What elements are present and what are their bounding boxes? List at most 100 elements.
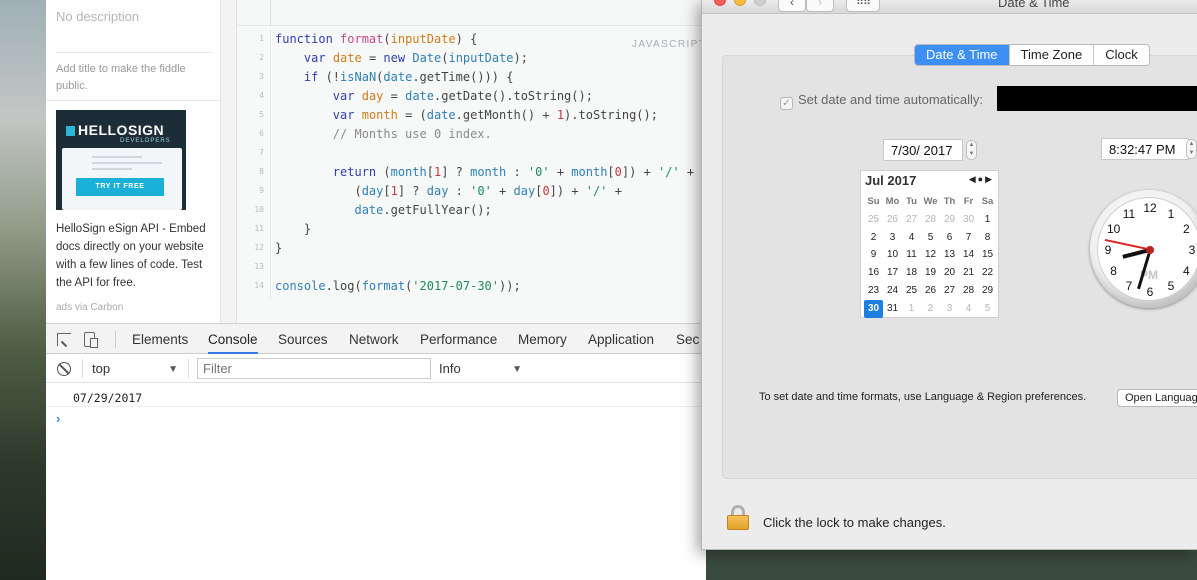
calendar-day[interactable]: 26 [883,211,902,229]
calendar-day[interactable]: 26 [921,282,940,300]
ads-via-carbon-link[interactable]: ads via Carbon [56,302,123,313]
calendar-day[interactable]: 10 [883,246,902,264]
calendar-day[interactable]: 5 [978,300,997,318]
devtools-tab-network[interactable]: Network [349,324,399,354]
divider [115,331,116,348]
ad-text[interactable]: HelloSign eSign API - Embed docs directl… [56,220,221,292]
calendar-day[interactable]: 2 [921,300,940,318]
devtools-tab-sources[interactable]: Sources [278,324,328,354]
auto-time-label: Set date and time automatically: [798,92,983,107]
calendar-day[interactable]: 9 [864,246,883,264]
calendar-day[interactable]: 14 [959,246,978,264]
weekday-label: Sa [981,196,994,207]
calendar-day[interactable]: 3 [940,300,959,318]
console-prompt-icon[interactable]: › [56,411,60,426]
devtools-tab-performance[interactable]: Performance [420,324,497,354]
device-toolbar-icon[interactable] [84,332,98,348]
calendar-day[interactable]: 17 [883,264,902,282]
calendar-day[interactable]: 21 [959,264,978,282]
calendar-day[interactable]: 27 [940,282,959,300]
window-titlebar: ‹ › ⠿⠿ Date & Time [702,0,1197,14]
calendar-day[interactable]: 25 [902,282,921,300]
lock-icon[interactable] [727,505,749,530]
calendar-day[interactable]: 29 [940,211,959,229]
calendar-day[interactable]: 19 [921,264,940,282]
calendar-day[interactable]: 27 [902,211,921,229]
time-server-field-redacted[interactable] [997,86,1197,111]
calendar-day[interactable]: 15 [978,246,997,264]
calendar-day[interactable]: 25 [864,211,883,229]
calendar-day[interactable]: 6 [940,229,959,247]
resize-handle[interactable] [221,0,237,323]
forward-button[interactable]: › [806,0,834,12]
window-title: Date & Time [998,0,1070,10]
ad-image[interactable]: HELLOSIGN DEVELOPERS TRY IT FREE [56,110,186,210]
time-field[interactable]: 8:32:47 PM [1101,138,1189,160]
calendar-day[interactable]: 29 [978,282,997,300]
calendar-day[interactable]: 8 [978,229,997,247]
tab-date-time[interactable]: Date & Time [915,45,1009,65]
calendar-day[interactable]: 22 [978,264,997,282]
calendar-day[interactable]: 20 [940,264,959,282]
calendar-day[interactable]: 23 [864,282,883,300]
tab-time-zone[interactable]: Time Zone [1008,45,1094,65]
weekday-label: Fr [963,196,974,207]
tab-clock[interactable]: Clock [1093,45,1149,65]
format-hint-text: To set date and time formats, use Langua… [759,391,1087,403]
clock-number: 4 [1183,264,1190,278]
filter-input[interactable] [197,358,431,379]
analog-clock: 12 1 2 3 4 5 6 7 8 9 10 11 PM [1090,190,1197,308]
context-select[interactable]: top ▼ [92,358,180,378]
clock-hub [1146,246,1154,254]
calendar-day[interactable]: 12 [921,246,940,264]
description-field[interactable]: No description [56,9,139,24]
calendar-day[interactable]: 24 [883,282,902,300]
calendar-day[interactable]: 31 [883,300,902,318]
code-content[interactable]: function format(inputDate) { var date = … [275,29,694,295]
code-editor[interactable]: 1 2 3 4 5 6 7 8 9 10 11 12 13 14 function format(inpu… [237,0,706,323]
auto-time-checkbox[interactable]: ✓ [780,97,793,110]
calendar-day[interactable]: 28 [921,211,940,229]
devtools-tab-console[interactable]: Console [208,324,258,354]
devtools-tab-sec[interactable]: Sec [676,324,699,354]
calendar-day[interactable]: 30 [864,299,883,318]
calendar-nav-icons[interactable]: ◀●▶ [969,174,994,185]
calendar-day[interactable]: 11 [902,246,921,264]
line-number: 4 [259,91,264,100]
calendar-day[interactable]: 4 [902,229,921,247]
line-number: 5 [259,110,264,119]
weekday-label: Tu [906,196,917,207]
calendar-day[interactable]: 5 [921,229,940,247]
calendar-month-label: Jul 2017 [865,173,917,188]
calendar-day[interactable]: 7 [959,229,978,247]
log-level-select[interactable]: Info ▼ [439,358,524,378]
inspect-element-icon[interactable] [57,333,71,346]
calendar-day[interactable]: 16 [864,264,883,282]
calendar-day[interactable]: 30 [959,211,978,229]
calendar-day[interactable]: 4 [959,300,978,318]
calendar-day[interactable]: 13 [940,246,959,264]
calendar-day[interactable]: 1 [902,300,921,318]
divider [46,100,221,101]
clear-console-icon[interactable] [57,362,71,376]
calendar-grid: Su Mo Tu We Th Fr Sa 25 26 27 28 29 30 1 2 3 4 5 6 7 8 9 10 11 1… [864,193,997,318]
close-window-button[interactable] [714,0,726,6]
show-all-grid-button[interactable]: ⠿⠿ [846,0,880,12]
calendar-day[interactable]: 1 [978,211,997,229]
minimize-window-button[interactable] [734,0,746,6]
devtools-tab-elements[interactable]: Elements [132,324,188,354]
devtools-tab-memory[interactable]: Memory [518,324,567,354]
zoom-window-button[interactable] [754,0,766,6]
date-field[interactable]: 7/30/ 2017 [883,139,963,161]
calendar-day[interactable]: 2 [864,229,883,247]
devtools-tab-application[interactable]: Application [588,324,654,354]
back-button[interactable]: ‹ [778,0,806,12]
calendar-day[interactable]: 3 [883,229,902,247]
date-stepper[interactable]: ▲ ▼ [966,140,977,160]
time-stepper[interactable]: ▲ ▼ [1186,139,1197,159]
calendar-day[interactable]: 18 [902,264,921,282]
clock-number: 7 [1125,279,1133,294]
open-language-region-button[interactable]: Open Language & Region... [1117,389,1197,407]
line-number: 8 [259,167,264,176]
calendar-day[interactable]: 28 [959,282,978,300]
